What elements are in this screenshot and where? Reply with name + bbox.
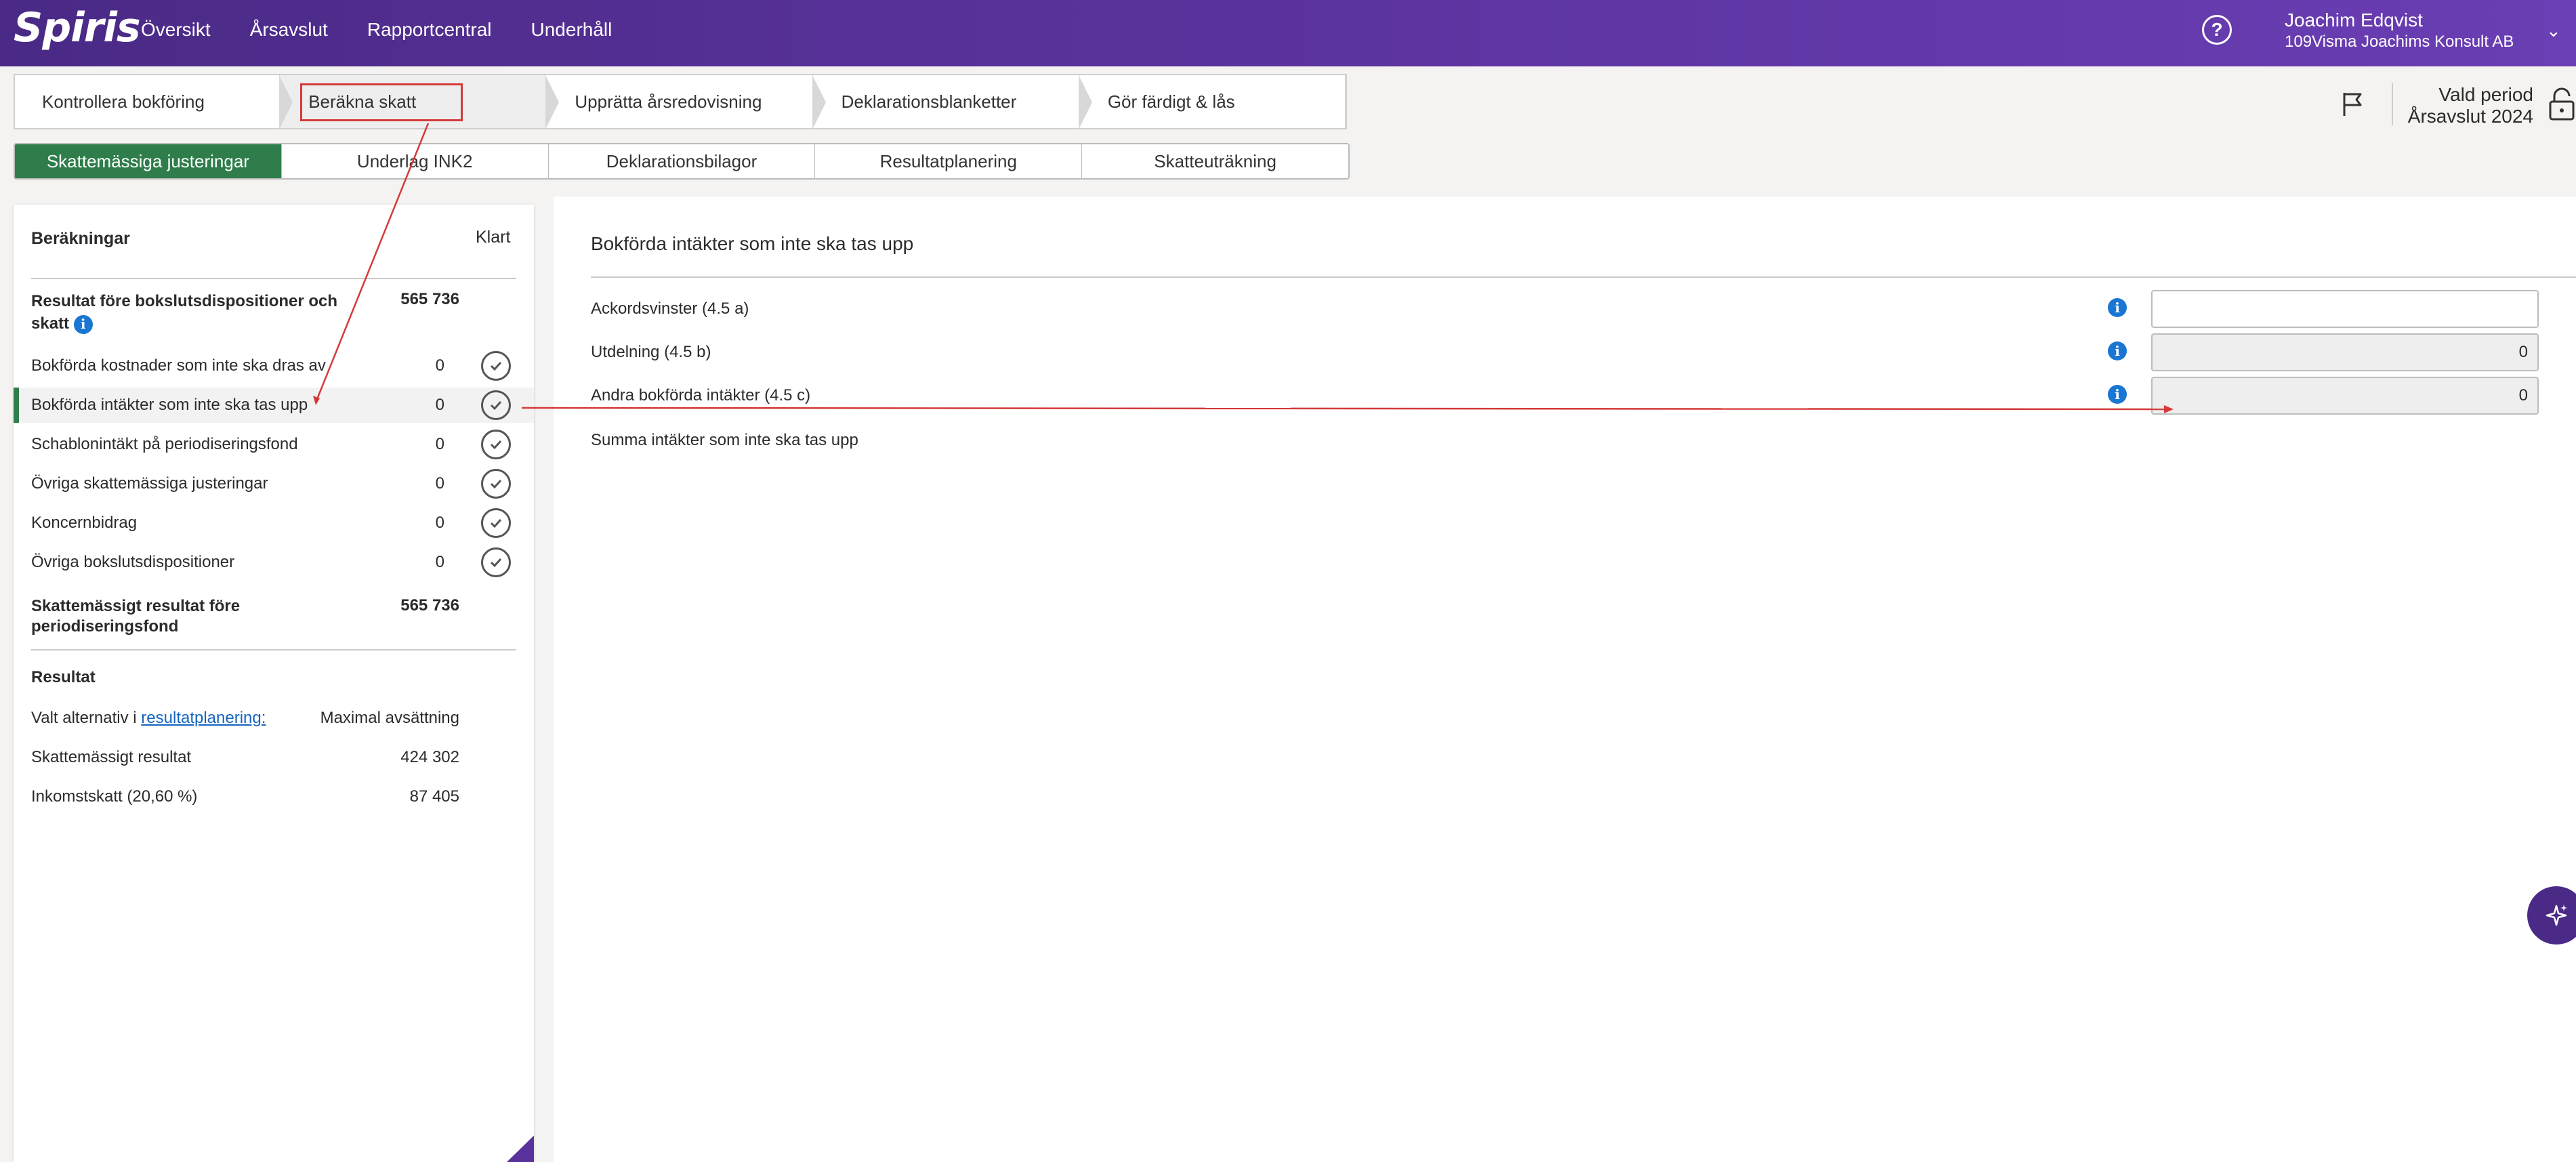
tab-resultatplanering[interactable]: Resultatplanering xyxy=(815,144,1083,178)
ackordsvinster-input[interactable] xyxy=(2151,290,2539,328)
utdelning-field: 0 xyxy=(2151,333,2539,371)
list-item[interactable]: Bokförda kostnader som inte ska dras av … xyxy=(14,348,534,383)
row-label: Övriga bokslutsdispositioner xyxy=(31,553,235,571)
tax-result-before-row: Skattemässigt resultat före periodiserin… xyxy=(14,596,534,637)
panel-title: Beräkningar xyxy=(31,229,130,248)
step-label: Kontrollera bokföring xyxy=(42,91,205,112)
row-label: Bokförda intäkter som inte ska tas upp xyxy=(31,396,308,414)
tax-result-before-label: Skattemässigt resultat före periodiserin… xyxy=(31,596,240,637)
label-line: Resultat före bokslutsdispositioner och xyxy=(31,292,338,310)
nav-rapportcentral[interactable]: Rapportcentral xyxy=(367,19,492,41)
info-icon[interactable]: i xyxy=(2108,298,2127,317)
nav-underhall[interactable]: Underhåll xyxy=(531,19,612,41)
step-gor-fardigt-las[interactable]: Gör färdigt & lås xyxy=(1079,75,1346,128)
step-upprätta-arsredovisning[interactable]: Upprätta årsredovisning xyxy=(546,75,826,129)
row-value: 0 xyxy=(435,514,444,532)
check-icon xyxy=(481,351,511,381)
detail-panel: Bokförda intäkter som inte ska tas upp A… xyxy=(554,196,2576,1162)
divider xyxy=(31,278,516,279)
row-label: Bokförda kostnader som inte ska dras av xyxy=(31,356,326,375)
label-line: skatt xyxy=(31,314,70,333)
label-line: Skattemässigt resultat före xyxy=(31,597,241,615)
list-item[interactable]: Koncernbidrag 0 xyxy=(14,505,534,541)
field-label: Ackordsvinster (4.5 a) xyxy=(591,299,749,318)
user-menu[interactable]: Joachim Edqvist 109Visma Joachims Konsul… xyxy=(2285,9,2514,51)
selected-alternative-value: Maximal avsättning xyxy=(320,709,459,727)
user-name: Joachim Edqvist xyxy=(2285,9,2423,30)
check-icon xyxy=(481,469,511,499)
sub-tabs: Skattemässiga justeringar Underlag INK2 … xyxy=(14,143,1350,180)
result-before-value: 565 736 xyxy=(400,290,459,308)
info-icon[interactable]: i xyxy=(2108,341,2127,360)
list-item[interactable]: Övriga bokslutsdispositioner 0 xyxy=(14,545,534,580)
row-label: Schablonintäkt på periodiseringsfond xyxy=(31,435,298,453)
sum-label: Summa intäkter som inte ska tas upp xyxy=(591,431,858,449)
nav-arsavslut[interactable]: Årsavslut xyxy=(250,19,328,41)
nav-oversikt[interactable]: Översikt xyxy=(141,19,211,41)
period-selector[interactable]: Vald period Årsavslut 2024 xyxy=(2402,84,2533,127)
tab-skatteutrakning[interactable]: Skatteuträkning xyxy=(1082,144,1348,178)
spiris-logo[interactable]: Spiris xyxy=(14,4,141,51)
done-column-header: Klart xyxy=(476,228,511,247)
row-label: Koncernbidrag xyxy=(31,514,138,532)
corner-decoration xyxy=(507,1136,534,1162)
company-name: 109Visma Joachims Konsult AB xyxy=(2285,33,2514,51)
annotation-highlight-box xyxy=(300,83,463,121)
row-value: 0 xyxy=(435,396,444,414)
period-value: Årsavslut 2024 xyxy=(2407,106,2533,127)
step-label: Gör färdigt & lås xyxy=(1107,91,1235,112)
check-icon xyxy=(481,390,511,420)
tax-result-value: 424 302 xyxy=(400,748,459,766)
field-label: Andra bokförda intäkter (4.5 c) xyxy=(591,386,811,404)
label-line: periodiseringsfond xyxy=(31,617,179,636)
divider xyxy=(31,649,516,650)
result-before-label: Resultat före bokslutsdispositioner och … xyxy=(31,290,337,335)
section-title: Resultat xyxy=(31,668,96,686)
label-prefix: Valt alternativ i xyxy=(31,709,142,727)
row-label: Övriga skattemässiga justeringar xyxy=(31,474,268,493)
check-icon xyxy=(481,508,511,538)
check-icon xyxy=(481,547,511,577)
info-icon[interactable]: i xyxy=(73,314,93,334)
period-label: Vald period xyxy=(2438,84,2533,105)
detail-title: Bokförda intäkter som inte ska tas upp xyxy=(591,233,914,254)
row-value: 0 xyxy=(435,474,444,493)
tab-underlag-ink2[interactable]: Underlag INK2 xyxy=(282,144,549,178)
top-bar: Spiris Översikt Årsavslut Rapportcentral… xyxy=(0,0,2576,66)
lock-icon[interactable] xyxy=(2548,87,2576,122)
selected-alternative-label: Valt alternativ i resultatplanering: xyxy=(31,709,266,728)
tax-result-before-value: 565 736 xyxy=(400,596,459,615)
process-stepper: Kontrollera bokföring Beräkna skatt Uppr… xyxy=(14,74,1347,129)
step-label: Upprätta årsredovisning xyxy=(575,91,762,112)
help-icon[interactable]: ? xyxy=(2202,15,2232,45)
chevron-down-icon[interactable]: ⌄ xyxy=(2546,20,2561,41)
field-label: Utdelning (4.5 b) xyxy=(591,343,711,361)
list-item[interactable]: Schablonintäkt på periodiseringsfond 0 xyxy=(14,427,534,462)
tab-deklarationsbilagor[interactable]: Deklarationsbilagor xyxy=(549,144,816,178)
divider xyxy=(2392,83,2393,125)
calculations-panel: Beräkningar Klart Resultat före boksluts… xyxy=(14,205,534,1162)
list-item-selected[interactable]: Bokförda intäkter som inte ska tas upp 0 xyxy=(14,388,534,423)
divider xyxy=(591,276,2576,278)
info-icon[interactable]: i xyxy=(2108,385,2127,404)
flag-icon[interactable] xyxy=(2339,90,2366,117)
step-label: Deklarationsblanketter xyxy=(841,91,1017,112)
tax-result-label: Skattemässigt resultat xyxy=(31,748,192,766)
row-value: 0 xyxy=(435,435,444,453)
row-value: 0 xyxy=(435,356,444,375)
step-deklarationsblanketter[interactable]: Deklarationsblanketter xyxy=(813,75,1093,129)
income-tax-value: 87 405 xyxy=(409,787,459,806)
step-kontrollera-bokforing[interactable]: Kontrollera bokföring xyxy=(15,75,293,129)
result-before-row: Resultat före bokslutsdispositioner och … xyxy=(14,290,534,334)
main-nav: Översikt Årsavslut Rapportcentral Underh… xyxy=(141,19,651,41)
row-value: 0 xyxy=(435,553,444,571)
check-icon xyxy=(481,430,511,459)
resultatplanering-link[interactable]: resultatplanering: xyxy=(141,709,266,727)
andra-bokforda-intakter-field: 0 xyxy=(2151,377,2539,415)
tab-skattemassiga-justeringar[interactable]: Skattemässiga justeringar xyxy=(15,144,282,178)
income-tax-label: Inkomstskatt (20,60 %) xyxy=(31,787,198,806)
list-item[interactable]: Övriga skattemässiga justeringar 0 xyxy=(14,466,534,501)
